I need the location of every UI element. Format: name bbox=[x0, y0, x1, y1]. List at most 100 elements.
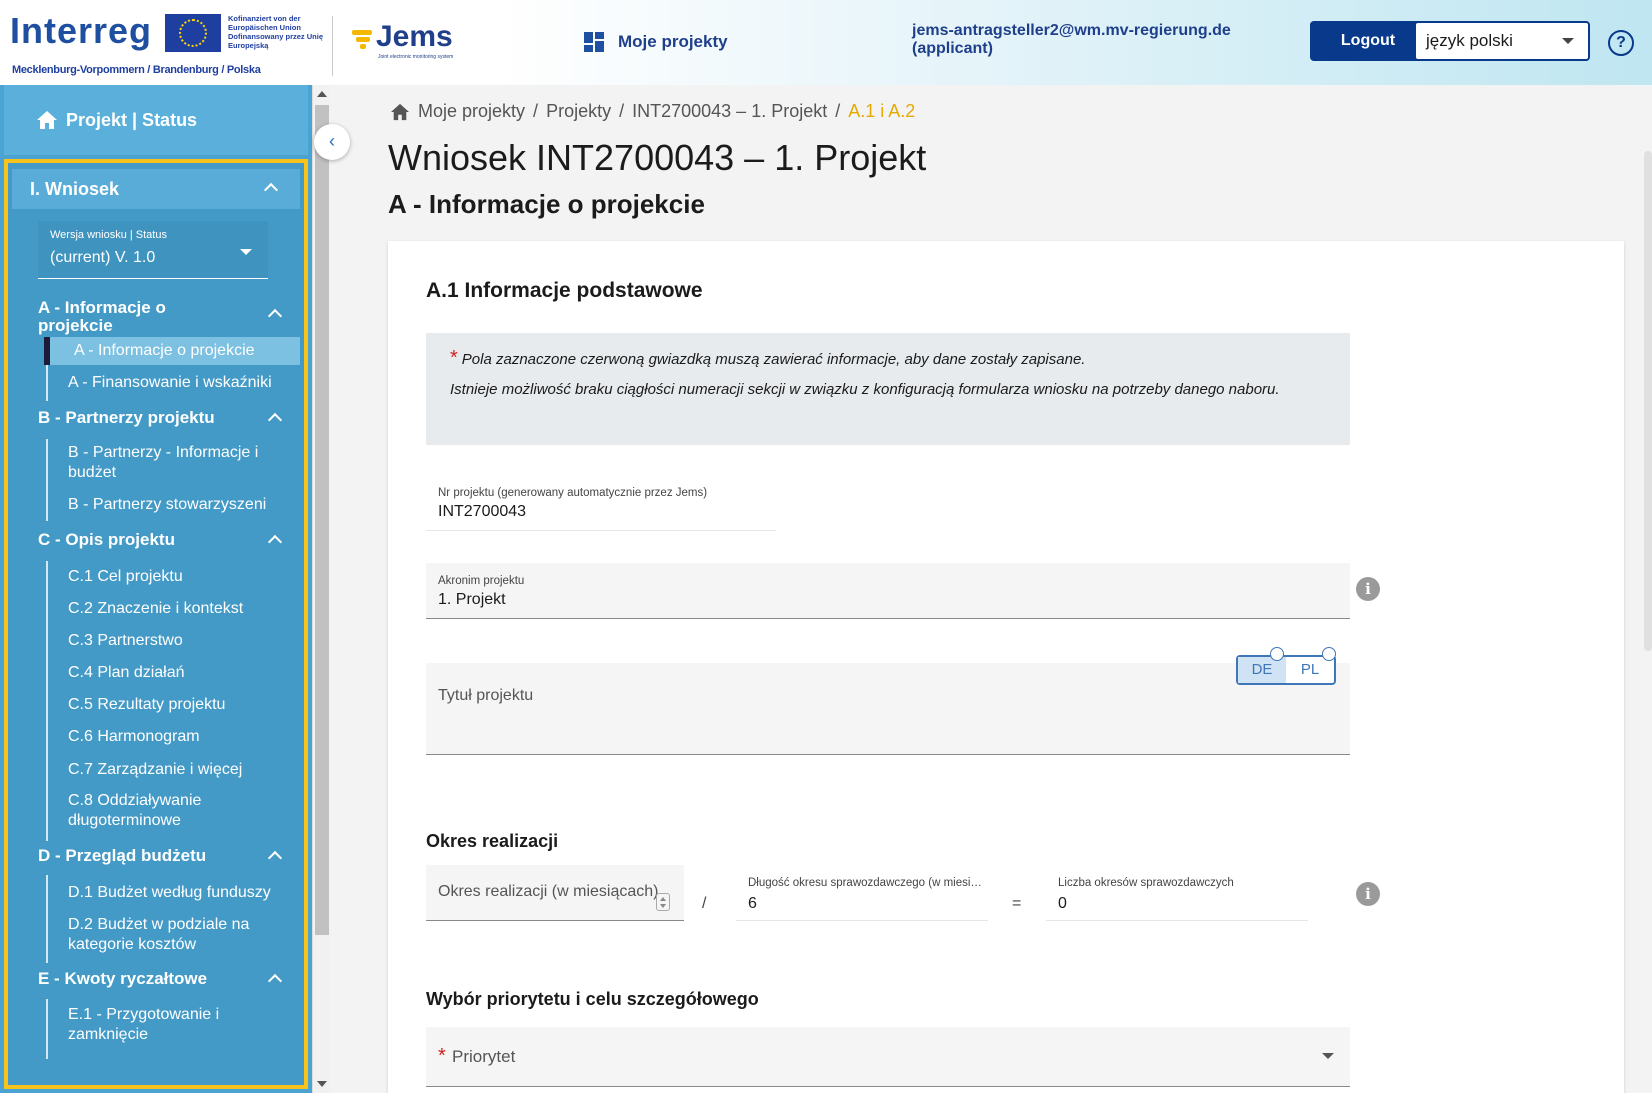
sidebar-project-status[interactable]: Projekt | Status bbox=[4, 85, 308, 155]
project-number-value: INT2700043 bbox=[438, 503, 527, 520]
sidebar-scrollbar[interactable] bbox=[312, 85, 330, 1093]
period-heading: Okres realizacji bbox=[426, 831, 559, 851]
interreg-logo[interactable]: Interreg Kofinanziert von der Europäisch… bbox=[10, 8, 330, 80]
page-subtitle: A - Informacje o projekcie bbox=[388, 189, 705, 219]
user-email: jems-antragsteller2@wm.mv-regierung.de bbox=[912, 22, 1231, 39]
jems-logo[interactable]: Jems Joint electronic monitoring system bbox=[348, 18, 478, 62]
sidebar-item-d1[interactable]: D.1 Budżet według funduszy bbox=[68, 883, 298, 903]
sidebar-section-d[interactable]: D - Przegląd budżetu bbox=[38, 847, 206, 865]
chevron-down-icon bbox=[240, 249, 252, 255]
main-content: Moje projekty / Projekty / INT2700043 – … bbox=[332, 85, 1652, 1093]
reporting-info-icon[interactable]: i bbox=[1356, 882, 1380, 906]
breadcrumb-project[interactable]: INT2700043 – 1. Projekt bbox=[632, 101, 827, 122]
priority-heading: Wybór priorytetu i celu szczegółowego bbox=[426, 989, 759, 1009]
acronym-field[interactable]: Akronim projektu 1. Projekt bbox=[426, 563, 1350, 619]
sidebar-item-c6[interactable]: C.6 Harmonogram bbox=[68, 727, 298, 747]
main-scrollbar[interactable] bbox=[1644, 151, 1652, 651]
chevron-up-icon[interactable] bbox=[267, 308, 283, 324]
priority-select[interactable]: * Priorytet bbox=[426, 1027, 1350, 1087]
language-select-value: język polski bbox=[1426, 31, 1513, 50]
translation-indicator-icon bbox=[1270, 647, 1284, 661]
title-language-toggle[interactable]: DE PL bbox=[1236, 647, 1336, 685]
sidebar-section-e[interactable]: E - Kwoty ryczałtowe bbox=[38, 970, 207, 988]
sidebar-item-b-partners[interactable]: B - Partnerzy - Informacje i budżet bbox=[68, 443, 298, 483]
chevron-up-icon[interactable] bbox=[267, 850, 283, 866]
acronym-info-icon[interactable]: i bbox=[1356, 577, 1380, 601]
chevron-up-icon[interactable] bbox=[267, 973, 283, 989]
sidebar-project-status-label: Projekt | Status bbox=[66, 109, 198, 130]
sidebar-item-c2[interactable]: C.2 Znaczenie i kontekst bbox=[68, 599, 298, 619]
reporting-count-label: Liczba okresów sprawozdawczych bbox=[1058, 877, 1234, 889]
notice-required: * Pola zaznaczone czerwoną gwiazdką muszą… bbox=[450, 347, 1326, 371]
sidebar-item-c5[interactable]: C.5 Rezultaty projektu bbox=[68, 695, 298, 715]
sidebar-tree-line bbox=[46, 439, 48, 521]
sidebar: Projekt | Status I. Wniosek Wersja wnios… bbox=[0, 85, 312, 1093]
sidebar-item-e1[interactable]: E.1 - Przygotowanie i zamknięcie bbox=[68, 1005, 248, 1045]
sidebar-section-b[interactable]: B - Partnerzy projektu bbox=[38, 409, 215, 427]
home-icon bbox=[37, 111, 57, 129]
scroll-down-icon[interactable] bbox=[317, 1081, 327, 1087]
header-divider bbox=[332, 16, 333, 76]
reporting-length-field: Długość okresu sprawozdawczego (w miesią… bbox=[736, 865, 988, 921]
reporting-count-value: 0 bbox=[1058, 895, 1067, 912]
reporting-length-value: 6 bbox=[748, 895, 757, 912]
sidebar-scrollbar-thumb[interactable] bbox=[315, 105, 329, 935]
chevron-up-icon bbox=[263, 182, 279, 198]
scroll-up-icon[interactable] bbox=[317, 91, 327, 97]
sidebar-section-a[interactable]: A - Informacje o projekcie bbox=[38, 299, 238, 335]
sidebar-item-d2[interactable]: D.2 Budżet w podziale na kategorie koszt… bbox=[68, 915, 268, 955]
project-title-field[interactable]: Tytuł projektu bbox=[426, 663, 1350, 755]
sidebar-item-b-associated[interactable]: B - Partnerzy stowarzyszeni bbox=[68, 495, 298, 515]
sidebar-tree-line bbox=[46, 875, 48, 963]
sidebar-tree-line bbox=[46, 999, 48, 1059]
number-stepper-icon[interactable] bbox=[656, 893, 670, 911]
eu-cofinancing-text: Kofinanziert von der Europäischen Union … bbox=[228, 14, 324, 50]
sidebar-item-c4[interactable]: C.4 Plan działań bbox=[68, 663, 298, 683]
translation-indicator-icon bbox=[1322, 647, 1336, 661]
jems-wordmark: Jems bbox=[376, 20, 453, 53]
home-icon[interactable] bbox=[390, 103, 410, 121]
eu-flag-icon bbox=[165, 14, 221, 52]
language-select[interactable]: język polski bbox=[1414, 21, 1590, 61]
logout-button[interactable]: Logout bbox=[1310, 21, 1426, 61]
required-asterisk: * bbox=[450, 347, 458, 369]
sidebar-item-c3[interactable]: C.3 Partnerstwo bbox=[68, 631, 298, 651]
sidebar-section-application[interactable]: I. Wniosek bbox=[12, 169, 300, 209]
breadcrumb-projects[interactable]: Projekty bbox=[546, 101, 611, 122]
sidebar-section-c[interactable]: C - Opis projektu bbox=[38, 531, 175, 549]
project-number-label: Nr projektu (generowany automatycznie pr… bbox=[438, 487, 708, 499]
sidebar-application-panel: I. Wniosek Wersja wniosku | Status (curr… bbox=[4, 159, 308, 1089]
breadcrumb-current: A.1 i A.2 bbox=[848, 101, 916, 121]
sidebar-section-application-label: I. Wniosek bbox=[30, 179, 120, 199]
sidebar-item-c7[interactable]: C.7 Zarządzanie i więcej bbox=[68, 760, 298, 780]
breadcrumb-my-projects[interactable]: Moje projekty bbox=[418, 101, 525, 122]
jems-logo-icon bbox=[352, 26, 376, 50]
version-select[interactable]: Wersja wniosku | Status (current) V. 1.0 bbox=[38, 221, 268, 279]
page-title: Wniosek INT2700043 – 1. Projekt bbox=[388, 137, 927, 178]
help-icon[interactable]: ? bbox=[1608, 30, 1634, 56]
version-select-label: Wersja wniosku | Status bbox=[50, 229, 167, 241]
lang-de-option[interactable]: DE bbox=[1238, 657, 1286, 683]
my-projects-link[interactable]: Moje projekty bbox=[584, 30, 728, 54]
breadcrumb-separator: / bbox=[533, 101, 539, 121]
chevron-up-icon[interactable] bbox=[267, 412, 283, 428]
project-number-field: Nr projektu (generowany automatycznie pr… bbox=[426, 475, 776, 531]
sidebar-item-a-info[interactable]: A - Informacje o projekcie bbox=[44, 337, 300, 365]
divide-operator: / bbox=[702, 895, 707, 912]
basic-info-card: A.1 Informacje podstawowe * Pola zaznaczo… bbox=[388, 241, 1624, 1093]
chevron-up-icon[interactable] bbox=[267, 534, 283, 550]
breadcrumb: Moje projekty / Projekty / INT2700043 – … bbox=[390, 101, 915, 122]
sidebar-item-c1[interactable]: C.1 Cel projektu bbox=[68, 567, 298, 587]
duration-placeholder: Okres realizacji (w miesiącach) bbox=[438, 883, 659, 900]
app-header: Interreg Kofinanziert von der Europäisch… bbox=[0, 0, 1652, 85]
equals-operator: = bbox=[1012, 895, 1022, 912]
project-title-placeholder: Tytuł projektu bbox=[438, 687, 534, 704]
sidebar-item-c8[interactable]: C.8 Oddziaływanie długoterminowe bbox=[68, 791, 238, 831]
chevron-down-icon bbox=[1322, 1053, 1334, 1059]
version-select-value: (current) V. 1.0 bbox=[50, 249, 156, 266]
programme-region: Mecklenburg-Vorpommern / Brandenburg / P… bbox=[12, 64, 261, 76]
sidebar-item-a-finance[interactable]: A - Finansowanie i wskaźniki bbox=[68, 373, 298, 393]
reporting-count-field: Liczba okresów sprawozdawczych 0 bbox=[1046, 865, 1308, 921]
chevron-down-icon bbox=[1562, 38, 1574, 44]
duration-input[interactable]: Okres realizacji (w miesiącach) bbox=[426, 865, 684, 921]
